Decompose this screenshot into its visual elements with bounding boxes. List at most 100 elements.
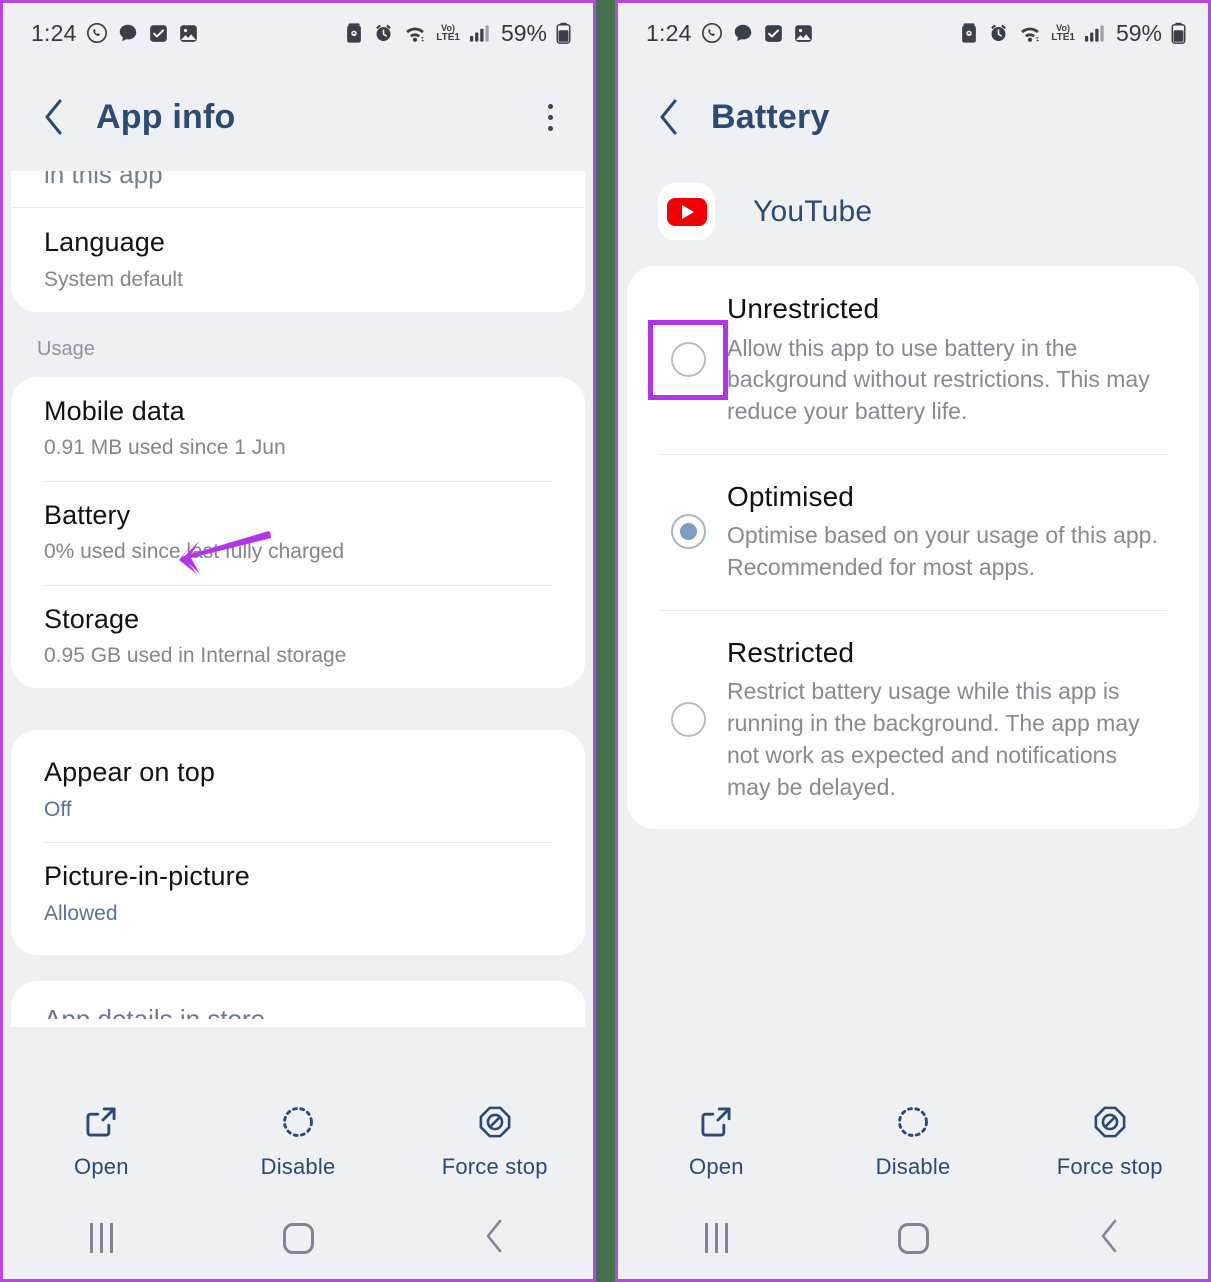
usage-card: Mobile data 0.91 MB used since 1 Jun Bat… — [11, 376, 585, 689]
status-bar-left: 1:24 — [646, 20, 814, 47]
signal-icon — [1084, 23, 1105, 43]
force-stop-label: Force stop — [1056, 1153, 1163, 1179]
status-time: 1:24 — [31, 19, 77, 46]
row-subtitle: 0.95 GB used in Internal storage — [44, 644, 347, 668]
row-appear-on-top[interactable]: Appear on top Off — [11, 730, 585, 842]
optimised-radio[interactable] — [670, 514, 706, 550]
option-text: Optimised Optimise based on your usage o… — [727, 480, 1169, 584]
open-icon — [699, 1105, 733, 1144]
page-title: App info — [96, 97, 236, 136]
status-time: 1:24 — [646, 19, 692, 46]
back-arrow-icon[interactable] — [37, 96, 71, 138]
home-icon — [897, 1222, 929, 1254]
status-bar-right-panel: 1:24 Vo) LTE1 59% — [618, 3, 1208, 63]
open-icon — [84, 1105, 118, 1144]
disable-button[interactable]: Disable — [815, 1105, 1012, 1180]
clipped-top-card: in this app Language System default — [11, 171, 585, 312]
row-title: Storage — [44, 603, 140, 634]
checkbox-icon — [148, 23, 169, 44]
optimised-radio-wrap — [649, 514, 727, 550]
dual-screenshot-stage: 1:24 Vo) LTE1 59% App info in this app L… — [0, 0, 1211, 1282]
gallery-icon — [793, 23, 814, 44]
row-title: Mobile data — [44, 395, 185, 426]
open-button[interactable]: Open — [3, 1105, 200, 1180]
row-battery[interactable]: Battery 0% used since last fully charged — [11, 480, 585, 585]
option-title: Restricted — [727, 636, 855, 668]
android-nav-bar — [618, 1197, 1208, 1279]
back-nav-icon — [484, 1218, 506, 1259]
row-title: Picture-in-picture — [44, 861, 250, 892]
page-title: Battery — [711, 97, 830, 136]
chat-bubble-icon — [117, 22, 139, 44]
whatsapp-icon — [86, 22, 108, 44]
status-bar-left: 1:24 — [31, 20, 199, 47]
permissions-card: Appear on top Off Picture-in-picture All… — [11, 730, 585, 956]
open-label: Open — [74, 1153, 129, 1179]
back-button[interactable] — [1011, 1218, 1208, 1259]
row-subtitle: System default — [44, 267, 183, 291]
back-button[interactable] — [396, 1218, 593, 1259]
option-description: Allow this app to use battery in the bac… — [727, 334, 1150, 425]
disable-label: Disable — [875, 1153, 951, 1179]
row-subtitle: 0% used since last fully charged — [44, 540, 344, 564]
option-text: Restricted Restrict battery usage while … — [727, 636, 1169, 804]
card-gap — [3, 688, 593, 710]
back-arrow-icon[interactable] — [652, 96, 686, 138]
restricted-radio-wrap — [649, 702, 727, 738]
recents-button[interactable] — [618, 1223, 815, 1253]
volte-icon: Vo) LTE1 — [1051, 23, 1075, 43]
unrestricted-radio[interactable] — [670, 342, 706, 378]
row-language[interactable]: Language System default — [11, 207, 585, 312]
network-label: LTE1 — [436, 31, 460, 43]
app-name: YouTube — [753, 194, 873, 228]
open-label: Open — [689, 1153, 744, 1179]
status-bar-right: Vo) LTE1 59% — [959, 20, 1186, 47]
row-mobile-data[interactable]: Mobile data 0.91 MB used since 1 Jun — [11, 377, 585, 481]
option-optimised[interactable]: Optimised Optimise based on your usage o… — [627, 453, 1199, 610]
restricted-radio[interactable] — [670, 702, 706, 738]
row-subtitle: Allowed — [44, 901, 118, 925]
left-phone-screenshot: 1:24 Vo) LTE1 59% App info in this app L… — [0, 0, 596, 1282]
android-nav-bar — [3, 1197, 593, 1279]
home-button[interactable] — [815, 1222, 1012, 1254]
right-title-bar: Battery — [618, 63, 1208, 171]
row-picture-in-picture[interactable]: Picture-in-picture Allowed — [11, 842, 585, 955]
battery-saver-icon — [959, 22, 979, 44]
option-unrestricted[interactable]: Unrestricted Allow this app to use batte… — [627, 266, 1199, 454]
network-label: LTE1 — [1051, 31, 1075, 43]
battery-percent: 59% — [500, 19, 547, 46]
recents-icon — [89, 1223, 113, 1253]
force-stop-icon — [1093, 1105, 1127, 1144]
play-triangle-icon — [682, 204, 694, 219]
option-title: Optimised — [727, 480, 854, 512]
recents-icon — [704, 1223, 728, 1253]
checkbox-icon — [763, 23, 784, 44]
recents-button[interactable] — [3, 1223, 200, 1253]
row-storage[interactable]: Storage 0.95 GB used in Internal storage — [11, 584, 585, 689]
chat-bubble-icon — [732, 22, 754, 44]
battery-saver-icon — [344, 22, 364, 44]
row-subtitle: Off — [44, 797, 72, 821]
disable-button[interactable]: Disable — [200, 1105, 397, 1180]
card-gap-2 — [3, 955, 593, 981]
row-title: Language — [44, 227, 165, 257]
overflow-menu-icon[interactable] — [533, 97, 567, 137]
option-title: Unrestricted — [727, 293, 880, 324]
force-stop-label: Force stop — [441, 1153, 548, 1179]
row-title: Appear on top — [44, 757, 215, 788]
alarm-icon — [373, 22, 394, 44]
open-button[interactable]: Open — [618, 1105, 815, 1180]
home-button[interactable] — [200, 1222, 397, 1254]
disable-icon — [281, 1105, 315, 1144]
option-restricted[interactable]: Restricted Restrict battery usage while … — [627, 609, 1199, 830]
battery-icon — [556, 22, 571, 44]
youtube-icon — [658, 183, 715, 240]
force-stop-button[interactable]: Force stop — [1011, 1105, 1208, 1180]
volte-icon: Vo) LTE1 — [436, 23, 460, 43]
right-phone-screenshot: 1:24 Vo) LTE1 59% Battery YouTube Unrest… — [615, 0, 1211, 1282]
gallery-icon — [178, 23, 199, 44]
row-title: Battery — [44, 499, 131, 530]
option-description: Restrict battery usage while this app is… — [727, 678, 1140, 800]
signal-icon — [469, 23, 490, 43]
force-stop-button[interactable]: Force stop — [396, 1105, 593, 1180]
